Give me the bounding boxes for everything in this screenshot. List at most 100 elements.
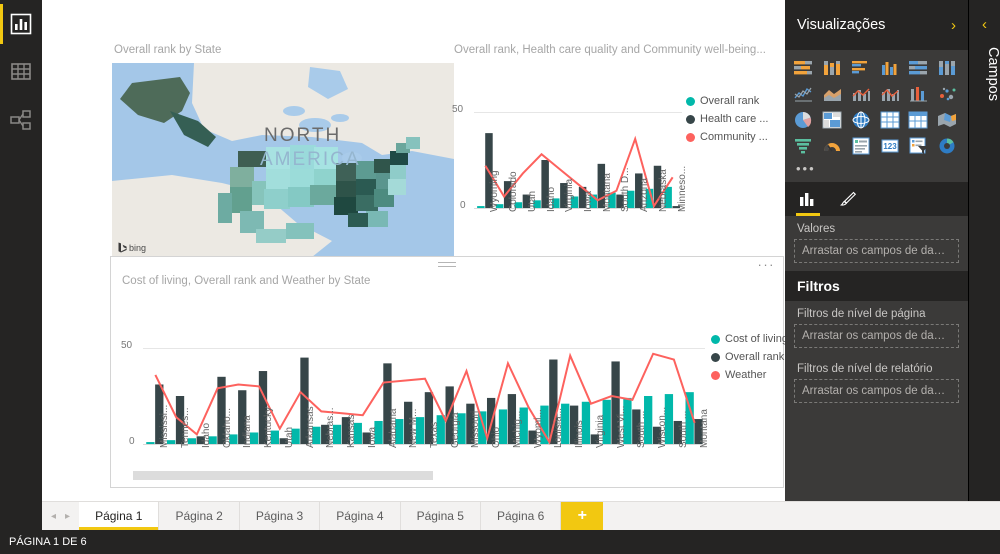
bing-label: bing <box>129 242 147 253</box>
visual-drag-handle[interactable] <box>438 262 456 269</box>
viz-table-icon[interactable] <box>878 109 904 131</box>
top-chart-title: Overall rank, Health care quality and Co… <box>454 44 766 56</box>
legend-item-overall-rank[interactable]: Overall rank <box>686 95 768 107</box>
nav-item-data-view[interactable] <box>0 48 42 96</box>
status-bar-page-indicator: PÁGINA 1 DE 6 <box>9 536 87 548</box>
viz-donut-chart-icon[interactable] <box>935 135 961 157</box>
x-axis-label: Colorado <box>508 171 520 212</box>
next-page-arrow-icon[interactable]: ▸ <box>65 511 70 522</box>
prev-page-arrow-icon[interactable]: ◂ <box>51 511 56 522</box>
viz-clustered-bar-chart-icon[interactable] <box>849 57 875 79</box>
more-visuals-button[interactable]: ••• <box>785 159 968 182</box>
visualizations-pane-tabs[interactable] <box>785 182 968 216</box>
x-axis-label: New M... <box>408 408 420 448</box>
legend-item-weather[interactable]: Weather <box>711 369 788 381</box>
bottom-chart-plot: 50 0 Mississi... Tennes... Idaho Oklaho... I… <box>111 293 788 488</box>
x-axis-label: Wiscon... <box>657 406 669 448</box>
page-tab-4[interactable]: Página 4 <box>320 502 401 530</box>
bar-overall-rank-0[interactable] <box>477 206 485 208</box>
legend-dot-dark <box>711 352 720 362</box>
visual-map-overall-rank-by-state[interactable]: Overall rank by State NORTH AMERICA bing <box>112 44 454 263</box>
power-bi-desktop-window: Overall rank by State NORTH AMERICA bing… <box>0 0 1000 554</box>
page-tab-6[interactable]: Página 6 <box>480 502 562 530</box>
legend-label: Health care ... <box>700 113 769 125</box>
viz-globe-map-icon[interactable] <box>849 109 875 131</box>
viz-multi-row-card-icon[interactable] <box>849 135 875 157</box>
page-tab-bar[interactable]: ◂ ▸ Página 1 Página 2 Página 3 Página 4 Pági… <box>42 501 1000 530</box>
viz-scatter-chart-icon[interactable] <box>935 83 961 105</box>
legend-item-cost-of-living[interactable]: Cost of living <box>711 333 788 345</box>
page-tab-5[interactable]: Página 5 <box>400 502 481 530</box>
viz-filled-map-icon[interactable] <box>935 109 961 131</box>
viz-line-and-clustered-column-chart-icon[interactable] <box>878 83 904 105</box>
top-chart-plot: 50 0 Wyoming Colorado Utah Idaho Virginia Iow… <box>452 62 786 262</box>
page-tab-3[interactable]: Página 3 <box>239 502 321 530</box>
x-axis-label: South ... <box>636 410 648 448</box>
report-level-filters-dropzone[interactable]: Arrastar os campos de dado... <box>794 379 959 403</box>
viz-card-icon[interactable]: 123 <box>878 135 904 157</box>
fields-pane-title: Campos <box>985 47 1000 101</box>
x-axis-label: Missouri <box>470 410 482 448</box>
scrollbar-thumb[interactable] <box>133 471 433 480</box>
visualization-type-grid[interactable]: 123 <box>785 50 968 159</box>
legend-label: Community ... <box>700 131 768 143</box>
x-axis-label: Nebraska <box>657 169 669 212</box>
visual-top-combo-chart[interactable]: Overall rank, Health care quality and Co… <box>452 44 786 263</box>
visual-more-options-button[interactable]: ··· <box>758 258 776 271</box>
viz-clustered-column-chart-icon[interactable] <box>878 57 904 79</box>
values-section-label: Valores <box>797 223 836 235</box>
legend-item-overall-rank[interactable]: Overall rank <box>711 351 788 363</box>
viz-area-chart-icon[interactable] <box>820 83 846 105</box>
page-tab-2[interactable]: Página 2 <box>159 502 240 530</box>
model-relationships-icon <box>10 110 31 130</box>
viz-line-chart-icon[interactable] <box>791 83 817 105</box>
x-axis-label: Ohio <box>491 426 503 448</box>
visual-bottom-combo-chart[interactable]: ··· Cost of living, Overall rank and Wea… <box>110 256 788 488</box>
x-axis-label: South ... <box>677 410 689 448</box>
tab-format[interactable] <box>839 182 857 216</box>
bottom-chart-horizontal-scrollbar[interactable] <box>133 471 771 480</box>
bar-cost-of-living-0[interactable] <box>146 442 155 444</box>
viz-stacked-column-chart-icon[interactable] <box>820 57 846 79</box>
legend-dot-red <box>711 370 720 380</box>
x-axis-label: Georgia <box>449 412 461 448</box>
chevron-right-icon[interactable]: › <box>951 17 956 34</box>
bing-logo-icon <box>118 242 127 253</box>
x-axis-label: Virginia <box>564 178 576 212</box>
viz-100-stacked-bar-chart-icon[interactable] <box>906 57 932 79</box>
nav-item-model-view[interactable] <box>0 96 42 144</box>
viz-matrix-icon[interactable] <box>906 109 932 131</box>
visualizations-pane: Visualizações › 123 ••• Valores Arrastar… <box>785 0 968 530</box>
x-axis-label: Tennes... <box>180 407 192 448</box>
fields-pane-collapsed[interactable]: ‹ Campos <box>968 0 1000 530</box>
page-tab-1[interactable]: Página 1 <box>79 502 160 530</box>
x-axis-label: Arkansas <box>304 406 316 448</box>
nav-item-report-view[interactable] <box>0 0 42 48</box>
data-table-icon <box>11 63 31 80</box>
legend-dot-red <box>686 132 695 142</box>
tab-fields[interactable] <box>796 182 820 216</box>
chevron-left-icon[interactable]: ‹ <box>969 0 1000 33</box>
viz-100-stacked-column-chart-icon[interactable] <box>935 57 961 79</box>
bottom-chart-series <box>146 352 703 445</box>
legend-item-community[interactable]: Community ... <box>686 131 768 143</box>
values-dropzone[interactable]: Arrastar os campos de dado... <box>794 239 959 263</box>
filters-section-title: Filtros <box>785 271 968 301</box>
viz-stacked-bar-chart-icon[interactable] <box>791 57 817 79</box>
top-chart-legend[interactable]: Overall rank Health care ... Community .… <box>686 95 768 149</box>
viz-stacked-area-chart-icon[interactable] <box>849 83 875 105</box>
legend-item-health-care[interactable]: Health care ... <box>686 113 768 125</box>
viz-funnel-icon[interactable] <box>791 135 817 157</box>
viz-pie-chart-icon[interactable] <box>791 109 817 131</box>
x-axis-label: Illinois <box>574 420 586 448</box>
viz-slicer-icon[interactable] <box>906 135 932 157</box>
page-level-filters-dropzone[interactable]: Arrastar os campos de dado... <box>794 324 959 348</box>
report-canvas[interactable]: Overall rank by State NORTH AMERICA bing… <box>42 0 788 530</box>
map-canvas[interactable]: NORTH AMERICA bing <box>112 63 454 257</box>
add-page-button[interactable]: + <box>561 502 604 530</box>
x-axis-label: Montana <box>698 409 710 448</box>
viz-ribbon-chart-icon[interactable] <box>906 83 932 105</box>
viz-gauge-icon[interactable] <box>820 135 846 157</box>
bottom-chart-legend[interactable]: Cost of living Overall rank Weather <box>711 333 788 387</box>
viz-treemap-icon[interactable] <box>820 109 846 131</box>
